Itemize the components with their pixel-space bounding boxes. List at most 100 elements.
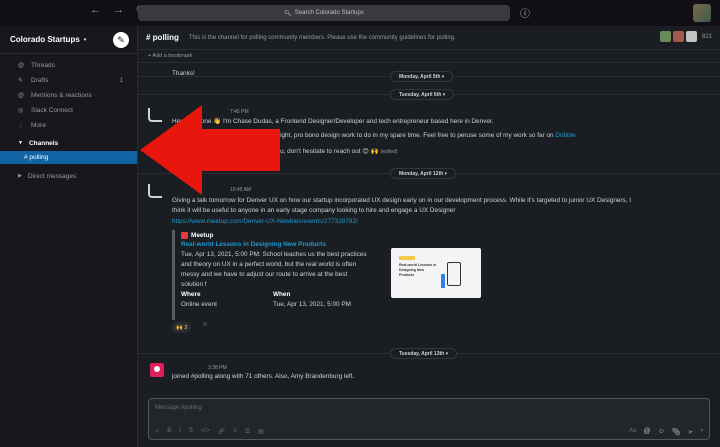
message-time[interactable]: 3:38 PM bbox=[208, 365, 227, 371]
date-label: Tuesday, April 6th bbox=[399, 91, 442, 98]
date-pill-apr6[interactable]: Tuesday, April 6th ▾ bbox=[390, 89, 455, 100]
bold-icon[interactable]: B bbox=[167, 428, 171, 434]
message-text: o you, don't hesitate to reach out 😊 🙌 (… bbox=[268, 147, 708, 157]
link-preview: Meetup Real-world Lessons in Designing N… bbox=[172, 230, 481, 320]
when-label: When bbox=[273, 291, 291, 298]
emoji-icon[interactable]: ☺︎ bbox=[658, 428, 665, 436]
dm-label: Direct messages bbox=[27, 172, 77, 180]
date-label: Monday, April 5th bbox=[399, 73, 441, 80]
link-icon[interactable]: 🔗︎ bbox=[218, 428, 226, 435]
send-icon[interactable]: ➤ bbox=[688, 428, 694, 436]
add-bookmark-button[interactable]: + Add a bookmark bbox=[138, 50, 720, 63]
text-format-icon[interactable]: Aa bbox=[629, 428, 636, 436]
block-icon[interactable]: ▤ bbox=[258, 428, 264, 435]
sidebar-item-slack-connect[interactable]: ◎ Slack Connect bbox=[0, 103, 137, 118]
site-name: Meetup bbox=[191, 231, 214, 239]
channel-name[interactable]: # polling bbox=[146, 33, 179, 42]
bullets-icon[interactable]: ☰ bbox=[245, 428, 250, 435]
when-value: Tue, Apr 13, 2021, 5:00 PM bbox=[273, 301, 351, 308]
forward-arrow-icon[interactable]: → bbox=[113, 4, 124, 17]
sidebar-item-polling[interactable]: # polling bbox=[0, 151, 137, 164]
list-icon[interactable]: ≡ bbox=[233, 428, 237, 434]
reaction-raised-hands[interactable]: 🙌 2 bbox=[172, 322, 192, 333]
top-bar: ← → ⏲ 🔍︎ Search Colorado Startups ⓘ bbox=[0, 0, 720, 26]
thumb-phone-illustration bbox=[447, 262, 461, 286]
threads-icon: @ bbox=[18, 62, 25, 69]
date-label: Tuesday, April 13th bbox=[399, 350, 445, 357]
channels-label: Channels bbox=[28, 139, 59, 147]
message-pane: # polling This is the channel for pollin… bbox=[138, 26, 720, 447]
date-pill-apr5[interactable]: Monday, April 5th ▾ bbox=[390, 71, 454, 82]
preview-thumbnail[interactable]: Real-world Lessons in Designing New Prod… bbox=[391, 248, 481, 298]
date-pill-apr12[interactable]: Monday, April 12th ▾ bbox=[390, 168, 457, 179]
compose-icon[interactable]: ✎ bbox=[113, 32, 129, 48]
member-avatar bbox=[672, 31, 684, 42]
red-arrow-annotation bbox=[140, 105, 280, 195]
sender-avatar[interactable] bbox=[150, 363, 164, 377]
mentions-icon: @ bbox=[18, 92, 25, 99]
code-icon[interactable]: </> bbox=[201, 428, 210, 434]
thumb-figure-illustration bbox=[441, 274, 445, 288]
sidebar-item-threads[interactable]: @ Threads bbox=[0, 58, 137, 73]
caret-down-icon: ▼ bbox=[18, 140, 23, 146]
thumb-tag bbox=[399, 256, 415, 260]
meetup-link[interactable]: https://www.meetup.com/Denver-UX-Newbies… bbox=[172, 217, 717, 227]
drafts-icon: ✎ bbox=[18, 78, 24, 84]
composer-toolbar: ⚡︎ B I S </> 🔗︎ ≡ ☰ ▤ bbox=[149, 423, 709, 439]
edited-label: (edited) bbox=[380, 149, 398, 155]
drafts-count: 1 bbox=[119, 77, 123, 84]
composer-placeholder: Message #polling bbox=[155, 405, 202, 411]
more-icon: ⋮ bbox=[18, 123, 24, 129]
message-text-part: o you, don't hesitate to reach out 😊 🙌 bbox=[268, 148, 379, 155]
workspace-header[interactable]: Colorado Startups ▾ ✎ bbox=[0, 26, 137, 54]
preview-description: Tue, Apr 13, 2021, 5:00 PM: School teach… bbox=[181, 251, 367, 288]
date-label: Monday, April 12th bbox=[399, 170, 444, 177]
caret-right-icon: ▶ bbox=[18, 173, 22, 179]
message-text: Giving a talk tomorrow for Denver UX on … bbox=[172, 197, 632, 204]
sidebar-item-label: Mentions & reactions bbox=[31, 92, 92, 99]
sidebar: Colorado Startups ▾ ✎ @ Threads ✎ Drafts… bbox=[0, 26, 138, 447]
message-composer[interactable]: Message #polling ⚡︎ B I S </> 🔗︎ ≡ ☰ ▤ A… bbox=[148, 398, 710, 440]
sidebar-item-mentions[interactable]: @ Mentions & reactions bbox=[0, 88, 137, 103]
chevron-down-icon: ▾ bbox=[83, 36, 87, 43]
member-avatar bbox=[659, 31, 671, 42]
thumb-title: Real-world Lessons in Designing New Prod… bbox=[399, 263, 437, 277]
arrow-shape bbox=[140, 105, 280, 195]
sidebar-item-label: Threads bbox=[31, 62, 55, 69]
help-icon[interactable]: ⓘ bbox=[520, 5, 534, 20]
lightning-icon[interactable]: ⚡︎ bbox=[155, 428, 159, 435]
sidebar-item-more[interactable]: ⋮ More bbox=[0, 118, 137, 133]
message-text: joined #polling along with 71 others. Al… bbox=[172, 373, 355, 380]
strike-icon[interactable]: S bbox=[189, 428, 193, 434]
where-value: Online event bbox=[181, 301, 217, 308]
sidebar-item-drafts[interactable]: ✎ Drafts 1 bbox=[0, 73, 137, 88]
search-bar[interactable]: 🔍︎ Search Colorado Startups bbox=[138, 5, 510, 21]
dribble-link[interactable]: Dribble bbox=[555, 132, 575, 139]
channel-label: # polling bbox=[24, 154, 49, 161]
attach-icon[interactable]: 📎︎ bbox=[672, 428, 681, 436]
user-avatar[interactable] bbox=[693, 4, 711, 22]
message-text: think it will be useful to anyone in an … bbox=[172, 207, 456, 214]
sidebar-item-label: Slack Connect bbox=[31, 107, 73, 114]
chevron-down-icon[interactable]: ▾ bbox=[700, 428, 703, 436]
message-text: me light, pro bono design work to do in … bbox=[268, 131, 708, 141]
italic-icon[interactable]: I bbox=[179, 428, 181, 434]
history-nav: ← → ⏲ bbox=[90, 4, 145, 17]
members-button[interactable]: 821 bbox=[659, 31, 712, 42]
date-pill-apr13[interactable]: Tuesday, April 13th ▾ bbox=[390, 348, 458, 359]
dm-section[interactable]: ▶ Direct messages bbox=[0, 168, 137, 184]
add-reaction-icon[interactable]: ☺︎ bbox=[198, 322, 212, 333]
where-label: Where bbox=[181, 291, 201, 298]
meetup-logo-icon bbox=[181, 231, 188, 239]
search-placeholder: Search Colorado Startups bbox=[294, 10, 364, 16]
member-count: 821 bbox=[701, 33, 712, 40]
channels-section[interactable]: ▼ Channels bbox=[0, 135, 137, 151]
workspace-name: Colorado Startups bbox=[10, 35, 80, 44]
channel-header: # polling This is the channel for pollin… bbox=[138, 26, 720, 50]
mention-icon[interactable]: @ bbox=[643, 428, 650, 436]
member-avatar bbox=[685, 31, 697, 42]
back-arrow-icon[interactable]: ← bbox=[90, 4, 101, 17]
sidebar-item-label: More bbox=[31, 122, 46, 129]
preview-site: Meetup bbox=[181, 230, 462, 240]
message-text-part: me light, pro bono design work to do in … bbox=[268, 132, 554, 139]
